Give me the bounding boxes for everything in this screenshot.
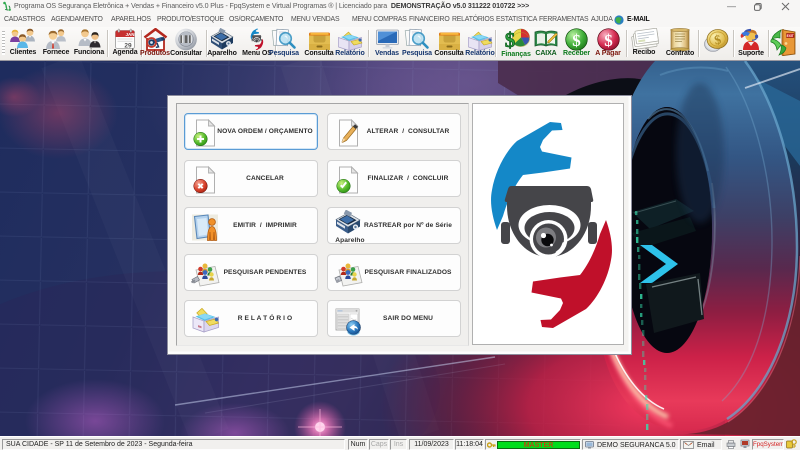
svg-text:EXIT: EXIT — [787, 34, 794, 38]
svg-text:$: $ — [504, 28, 515, 52]
svg-text:$: $ — [572, 31, 581, 50]
svg-text:JAN: JAN — [125, 32, 134, 37]
svg-text:$: $ — [604, 31, 613, 50]
